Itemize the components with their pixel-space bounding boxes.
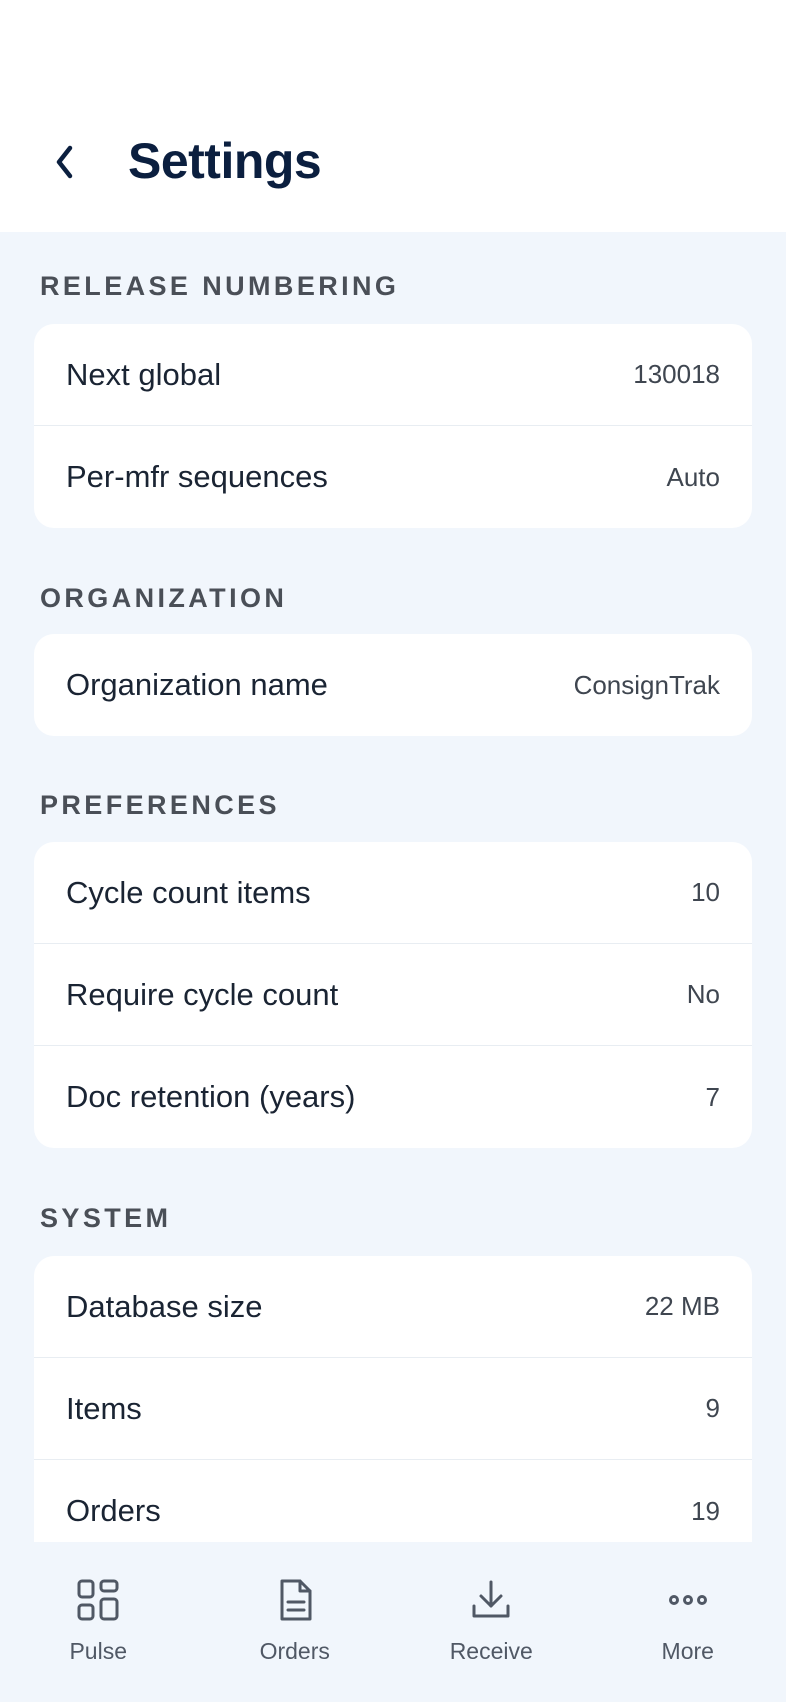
setting-value: 22 MB [644, 1291, 720, 1321]
nav-item-receive[interactable]: Receive [393, 1542, 590, 1702]
card-preferences: Cycle count items 10 Require cycle count… [34, 842, 752, 1148]
setting-value: No [686, 979, 720, 1009]
setting-value: ConsignTrak [573, 669, 720, 700]
setting-label: Items [66, 1390, 142, 1426]
chevron-left-icon [56, 145, 73, 179]
setting-value: 7 [705, 1081, 720, 1112]
setting-label: Per-mfr sequences [66, 459, 328, 494]
setting-label: Next global [66, 356, 222, 392]
card-release-numbering: Next global 130018 Per-mfr sequences Aut… [34, 324, 752, 528]
document-icon [271, 1576, 319, 1624]
setting-row-database-size[interactable]: Database size 22 MB [34, 1256, 752, 1358]
top-bar: Settings [0, 0, 786, 232]
setting-row-next-global[interactable]: Next global 130018 [34, 324, 752, 426]
setting-value: Auto [666, 461, 721, 492]
setting-row-cycle-count-items[interactable]: Cycle count items 10 [34, 842, 752, 944]
nav-label: Receive [449, 1638, 533, 1664]
nav-item-more[interactable]: More [590, 1542, 786, 1702]
section-header-system: SYSTEM [40, 1203, 172, 1233]
setting-row-orders[interactable]: Orders 19 [34, 1460, 752, 1542]
setting-label: Require cycle count [66, 976, 339, 1012]
grid-icon [74, 1576, 122, 1624]
setting-row-require-cycle-count[interactable]: Require cycle count No [34, 944, 752, 1046]
setting-label: Cycle count items [66, 874, 311, 910]
more-icon [664, 1576, 712, 1624]
setting-value: 9 [705, 1393, 720, 1423]
nav-label: Orders [259, 1638, 330, 1664]
setting-row-per-mfr-sequences[interactable]: Per-mfr sequences Auto [34, 426, 752, 528]
section-header-preferences: PREFERENCES [40, 790, 280, 820]
nav-item-pulse[interactable]: Pulse [0, 1542, 197, 1702]
section-header-release-numbering: RELEASE NUMBERING [40, 271, 400, 301]
section-header-organization: ORGANIZATION [40, 583, 288, 613]
setting-row-doc-retention[interactable]: Doc retention (years) 7 [34, 1046, 752, 1148]
setting-label: Doc retention (years) [66, 1079, 356, 1114]
card-organization: Organization name ConsignTrak [34, 634, 752, 736]
page-title: Settings [128, 133, 322, 189]
nav-item-orders[interactable]: Orders [197, 1542, 394, 1702]
nav-label: More [661, 1638, 714, 1664]
setting-label: Orders [66, 1493, 161, 1528]
setting-value: 10 [691, 877, 720, 907]
setting-row-organization-name[interactable]: Organization name ConsignTrak [34, 634, 752, 736]
download-icon [467, 1576, 515, 1624]
nav-label: Pulse [69, 1638, 128, 1664]
setting-label: Organization name [66, 667, 328, 702]
setting-value: 130018 [633, 359, 720, 389]
back-button[interactable] [40, 132, 90, 192]
setting-value: 19 [691, 1495, 720, 1526]
setting-row-items[interactable]: Items 9 [34, 1358, 752, 1460]
card-system: Database size 22 MB Items 9 Orders 19 [34, 1256, 752, 1542]
bottom-nav: Pulse Orders Receive More [0, 1542, 786, 1702]
setting-label: Database size [66, 1288, 263, 1324]
settings-list[interactable]: RELEASE NUMBERING Next global 130018 Per… [0, 232, 786, 1542]
